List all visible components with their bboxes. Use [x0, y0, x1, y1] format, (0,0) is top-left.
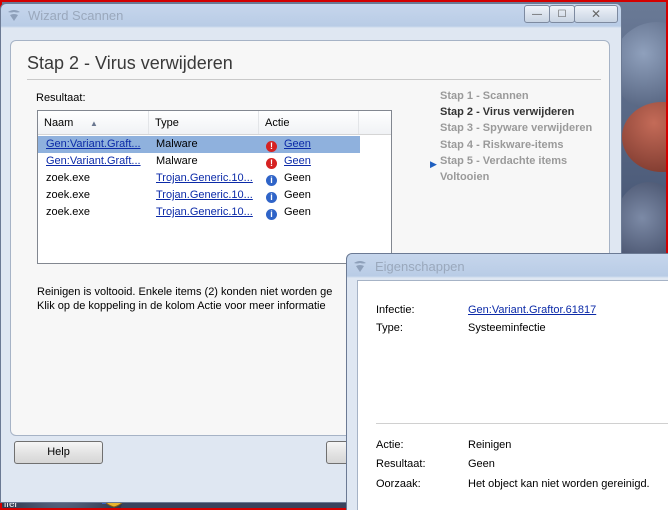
- action-cell: i Geen: [266, 204, 358, 221]
- column-header-label: Actie: [265, 117, 290, 129]
- results-list[interactable]: Naam ▲ Type Actie Gen:Variant.Graft... M…: [37, 110, 392, 264]
- infection-name: zoek.exe: [46, 206, 91, 218]
- infection-name: zoek.exe: [46, 189, 91, 201]
- infection-type: Malware: [156, 138, 198, 150]
- action-text: Geen: [284, 206, 311, 218]
- close-button[interactable]: ✕: [574, 5, 618, 23]
- divider: [27, 79, 601, 80]
- app-logo-icon: [8, 10, 20, 21]
- status-line: Reinigen is voltooid. Enkele items (2) k…: [37, 286, 333, 298]
- column-header-type[interactable]: Type: [149, 111, 259, 134]
- info-icon: i: [266, 175, 277, 186]
- result-label: Resultaat:: [36, 92, 86, 104]
- app-logo-icon: [354, 261, 366, 272]
- error-icon: !: [266, 141, 277, 152]
- current-step-arrow-icon: ▶: [430, 159, 437, 169]
- type-value: Systeeminfectie: [468, 322, 546, 334]
- minimize-icon: —: [532, 8, 542, 20]
- column-header-label: Naam: [44, 117, 74, 129]
- step-item: Stap 4 - Riskware-items: [440, 139, 564, 151]
- step-item: Stap 1 - Scannen: [440, 90, 529, 102]
- infection-name-link[interactable]: Gen:Variant.Graft...: [46, 153, 148, 170]
- properties-panel: Infectie: Gen:Variant.Graftor.61817 Type…: [357, 280, 668, 510]
- column-header-name[interactable]: Naam ▲: [38, 111, 149, 134]
- properties-title: Eigenschappen: [375, 259, 465, 274]
- step-item: Voltooien: [440, 171, 490, 183]
- infection-name-link[interactable]: Gen:Variant.Graft...: [46, 136, 148, 153]
- action-cell: ! Geen: [266, 153, 358, 170]
- maximize-icon: ☐: [557, 8, 567, 20]
- status-message: Reinigen is voltooid. Enkele items (2) k…: [37, 285, 332, 313]
- result-label: Resultaat:: [376, 458, 426, 470]
- wallpaper-stone: [622, 102, 666, 172]
- minimize-button[interactable]: —: [524, 5, 550, 23]
- infection-value-link[interactable]: Gen:Variant.Graftor.61817: [468, 304, 596, 316]
- wizard-titlebar[interactable]: Wizard Scannen — ☐ ✕: [1, 4, 621, 26]
- table-row[interactable]: Gen:Variant.Graft... Malware ! Geen: [38, 136, 360, 153]
- page-title: Stap 2 - Virus verwijderen: [27, 53, 233, 73]
- type-label: Type:: [376, 322, 403, 334]
- infection-label: Infectie:: [376, 304, 415, 316]
- list-header: Naam ▲ Type Actie: [38, 111, 391, 135]
- divider: [376, 423, 668, 424]
- info-icon: i: [266, 192, 277, 203]
- action-link[interactable]: Geen: [284, 138, 311, 150]
- table-row[interactable]: zoek.exe Trojan.Generic.10... i Geen: [38, 170, 360, 187]
- error-icon: !: [266, 158, 277, 169]
- infection-type-link[interactable]: Trojan.Generic.10...: [156, 170, 258, 187]
- properties-dialog: Eigenschappen Infectie: Gen:Variant.Graf…: [346, 253, 668, 510]
- infection-type-link[interactable]: Trojan.Generic.10...: [156, 187, 258, 204]
- table-row[interactable]: zoek.exe Trojan.Generic.10... i Geen: [38, 187, 360, 204]
- action-cell: i Geen: [266, 187, 358, 204]
- column-header-action[interactable]: Actie: [259, 111, 359, 134]
- action-cell: i Geen: [266, 170, 358, 187]
- action-text: Geen: [284, 172, 311, 184]
- action-cell: ! Geen: [266, 136, 358, 153]
- table-row[interactable]: zoek.exe Trojan.Generic.10... i Geen: [38, 204, 360, 221]
- table-row[interactable]: Gen:Variant.Graft... Malware ! Geen: [38, 153, 360, 170]
- action-value: Reinigen: [468, 439, 512, 451]
- infection-name: zoek.exe: [46, 172, 91, 184]
- info-icon: i: [266, 209, 277, 220]
- action-label: Actie:: [376, 439, 404, 451]
- step-item: Stap 3 - Spyware verwijderen: [440, 122, 593, 134]
- status-line: Klik op de koppeling in de kolom Actie v…: [37, 300, 326, 312]
- wizard-title: Wizard Scannen: [28, 8, 124, 23]
- maximize-button[interactable]: ☐: [549, 5, 575, 23]
- result-value: Geen: [468, 458, 495, 470]
- cause-label: Oorzaak:: [376, 478, 421, 490]
- sort-ascending-icon: ▲: [90, 119, 98, 128]
- action-link[interactable]: Geen: [284, 155, 311, 167]
- infection-type: Malware: [156, 155, 198, 167]
- infection-type-link[interactable]: Trojan.Generic.10...: [156, 204, 258, 221]
- action-text: Geen: [284, 189, 311, 201]
- help-button[interactable]: Help: [14, 441, 103, 464]
- column-header-label: Type: [155, 117, 179, 129]
- step-item-current: Stap 2 - Virus verwijderen: [440, 106, 575, 118]
- step-item: Stap 5 - Verdachte items: [440, 155, 568, 167]
- cause-value: Het object kan niet worden gereinigd.: [468, 478, 650, 490]
- close-icon: ✕: [590, 7, 602, 21]
